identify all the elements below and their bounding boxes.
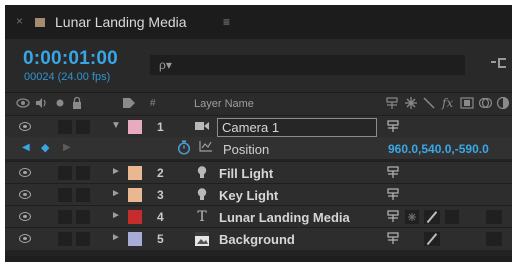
layer-number: 2 bbox=[157, 166, 164, 180]
shy-switch-icon[interactable] bbox=[385, 119, 401, 135]
layer-name[interactable]: Camera 1 bbox=[222, 120, 279, 135]
layer-row-4[interactable]: ► 4 T Lunar Landing Media bbox=[5, 205, 512, 228]
light-bulb-icon bbox=[194, 165, 210, 181]
twirl-down-icon[interactable]: ▼ bbox=[111, 120, 121, 131]
layer-number: 5 bbox=[157, 232, 164, 246]
quality-icon[interactable] bbox=[422, 96, 436, 113]
stopwatch-icon[interactable] bbox=[177, 140, 191, 158]
motion-blur-icon[interactable] bbox=[478, 96, 493, 113]
search-icon[interactable]: ρ▾ bbox=[159, 58, 172, 72]
twirl-right-icon[interactable]: ► bbox=[111, 188, 121, 199]
layer-row-1[interactable]: ▼ 1 Camera 1 bbox=[5, 115, 512, 138]
composition-flowchart-icon[interactable] bbox=[491, 57, 507, 72]
adjustment-switch[interactable] bbox=[486, 210, 502, 224]
fx-icon[interactable]: fx bbox=[442, 96, 453, 110]
layer-number: 3 bbox=[157, 188, 164, 202]
solo-switch[interactable] bbox=[58, 120, 72, 134]
layer-number-column-header[interactable]: # bbox=[150, 98, 156, 109]
composition-tab-title[interactable]: Lunar Landing Media bbox=[55, 14, 187, 30]
visibility-eye-icon[interactable] bbox=[19, 212, 31, 221]
camera-icon bbox=[194, 119, 210, 135]
current-time-display[interactable]: 0:00:01:00 bbox=[23, 48, 118, 70]
frame-blend-icon[interactable] bbox=[460, 96, 474, 113]
light-bulb-icon bbox=[194, 187, 210, 203]
twirl-right-icon[interactable]: ► bbox=[111, 166, 121, 177]
adjustment-layer-icon[interactable] bbox=[496, 96, 510, 113]
quality-switch[interactable] bbox=[424, 232, 440, 246]
lock-switch[interactable] bbox=[76, 210, 90, 224]
collapse-icon[interactable] bbox=[404, 96, 418, 113]
lock-switch[interactable] bbox=[76, 166, 90, 180]
panel-bottom-edge bbox=[5, 256, 512, 262]
layer-label-color[interactable] bbox=[128, 210, 142, 224]
position-property-row[interactable]: ◀ ◆ ▶ Position 960.0,540.0,-590.0 bbox=[5, 137, 512, 159]
lock-switch[interactable] bbox=[76, 188, 90, 202]
solo-switch[interactable] bbox=[58, 210, 72, 224]
layer-name[interactable]: Fill Light bbox=[219, 166, 273, 181]
shy-switch-icon[interactable] bbox=[385, 165, 401, 181]
visibility-eye-icon[interactable] bbox=[19, 234, 31, 243]
text-layer-icon: T bbox=[197, 209, 207, 225]
layer-name[interactable]: Background bbox=[219, 232, 295, 247]
visibility-eye-icon[interactable] bbox=[19, 168, 31, 177]
layer-number: 1 bbox=[157, 120, 164, 134]
shy-switch-icon[interactable] bbox=[385, 187, 401, 203]
layer-label-color[interactable] bbox=[128, 188, 142, 202]
previous-keyframe-icon[interactable]: ◀ bbox=[22, 142, 30, 153]
solo-switch[interactable] bbox=[58, 188, 72, 202]
collapse-switch[interactable] bbox=[405, 210, 419, 224]
layer-name[interactable]: Lunar Landing Media bbox=[219, 210, 350, 225]
label-column-tag-icon[interactable] bbox=[121, 96, 137, 113]
position-value[interactable]: 960.0,540.0,-590.0 bbox=[388, 142, 489, 156]
layer-label-color[interactable] bbox=[128, 166, 142, 180]
layer-name[interactable]: Key Light bbox=[219, 188, 278, 203]
solo-switch[interactable] bbox=[58, 166, 72, 180]
shy-icon[interactable] bbox=[385, 96, 399, 113]
shy-switch-icon[interactable] bbox=[385, 209, 401, 225]
composition-color-swatch bbox=[35, 18, 45, 27]
lock-switch[interactable] bbox=[76, 232, 90, 246]
layer-row-3[interactable]: ► 3 Key Light bbox=[5, 183, 512, 206]
lock-column-icon[interactable] bbox=[71, 96, 83, 113]
solo-column-dot-icon[interactable] bbox=[55, 96, 65, 113]
shy-switch-icon[interactable] bbox=[385, 231, 401, 247]
property-name: Position bbox=[223, 142, 270, 157]
add-keyframe-diamond-icon[interactable]: ◆ bbox=[41, 141, 49, 154]
timeline-panel: × Lunar Landing Media ≡ 0:00:01:00 00024… bbox=[5, 5, 512, 262]
close-icon[interactable]: × bbox=[16, 14, 23, 28]
quality-switch[interactable] bbox=[424, 210, 440, 224]
lock-switch[interactable] bbox=[76, 120, 90, 134]
panel-menu-icon[interactable]: ≡ bbox=[223, 15, 230, 29]
visibility-eye-icon[interactable] bbox=[19, 190, 31, 199]
adjustment-switch[interactable] bbox=[486, 232, 502, 246]
timeline-header: 0:00:01:00 00024 (24.00 fps) ρ▾ bbox=[5, 39, 512, 92]
layer-row-2[interactable]: ► 2 Fill Light bbox=[5, 161, 512, 184]
graph-editor-icon[interactable] bbox=[199, 139, 213, 156]
effects-switch[interactable] bbox=[445, 210, 459, 224]
frame-count-display: 00024 (24.00 fps) bbox=[24, 71, 111, 83]
solo-switch[interactable] bbox=[58, 232, 72, 246]
audio-column-speaker-icon[interactable] bbox=[34, 96, 48, 113]
next-keyframe-icon[interactable]: ▶ bbox=[63, 142, 71, 153]
visibility-eye-icon[interactable] bbox=[19, 122, 31, 131]
layer-name-column-header[interactable]: Layer Name bbox=[194, 98, 254, 110]
twirl-right-icon[interactable]: ► bbox=[111, 210, 121, 221]
column-headers: # Layer Name fx bbox=[5, 92, 512, 115]
layer-label-color[interactable] bbox=[128, 232, 142, 246]
layer-row-5[interactable]: ► 5 Background bbox=[5, 227, 512, 250]
layer-label-color[interactable] bbox=[128, 120, 142, 134]
layer-search-input[interactable]: ρ▾ bbox=[150, 55, 465, 75]
tab-bar: × Lunar Landing Media ≡ bbox=[5, 5, 512, 39]
twirl-right-icon[interactable]: ► bbox=[111, 232, 121, 243]
footage-file-icon bbox=[194, 231, 210, 247]
video-column-eye-icon[interactable] bbox=[16, 96, 30, 113]
layer-number: 4 bbox=[157, 210, 164, 224]
